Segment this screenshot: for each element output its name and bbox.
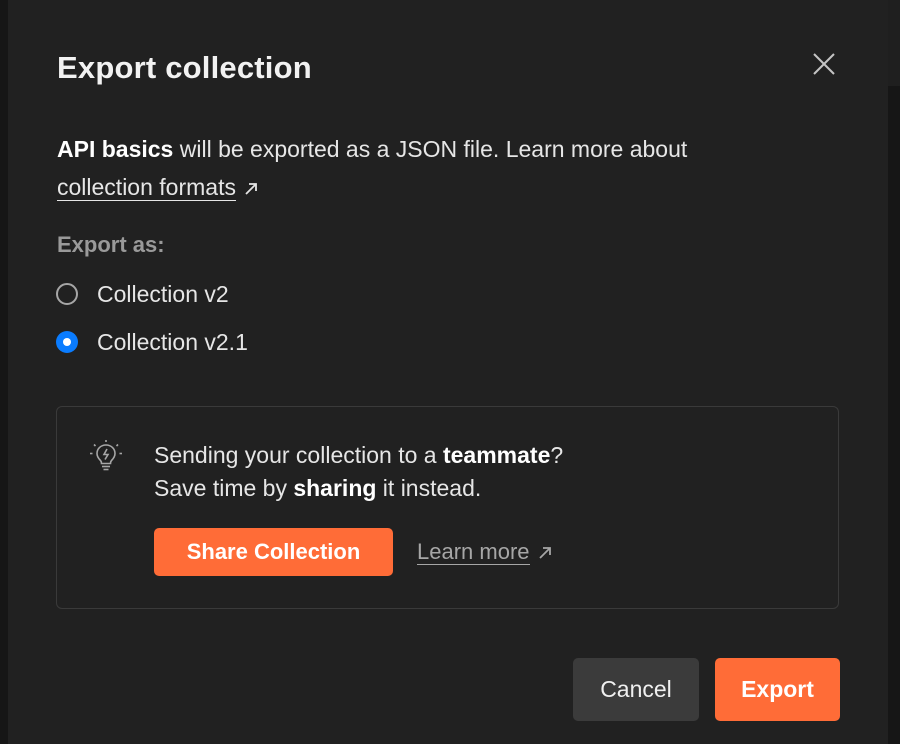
export-button[interactable]: Export <box>715 658 840 721</box>
radio-button-checked[interactable] <box>56 331 78 353</box>
learn-more-label: Learn more <box>417 539 530 565</box>
share-tip-box: Sending your collection to a teammate? S… <box>56 406 839 609</box>
tip-line2-text: Save time by <box>154 475 294 501</box>
radio-collection-v2-1[interactable]: Collection v2.1 <box>56 327 248 357</box>
tip-line1-bold: teammate <box>442 442 551 468</box>
cancel-button[interactable]: Cancel <box>573 658 699 721</box>
export-collection-dialog: Export collection API basics will be exp… <box>8 0 888 744</box>
description-text: will be exported as a JSON file. Learn m… <box>173 136 688 162</box>
export-as-label: Export as: <box>57 232 165 257</box>
tip-text: Sending your collection to a teammate? S… <box>154 439 563 505</box>
collection-name: API basics <box>57 136 174 162</box>
tip-line2-bold: sharing <box>293 475 377 501</box>
backdrop-strip <box>888 0 900 86</box>
tip-line1-text: Sending your collection to a <box>154 442 443 468</box>
radio-label: Collection v2.1 <box>97 328 248 355</box>
external-link-arrow-icon <box>538 540 552 566</box>
radio-label: Collection v2 <box>97 280 229 307</box>
lightbulb-icon <box>89 439 123 478</box>
close-icon <box>813 53 835 75</box>
export-description: API basics will be exported as a JSON fi… <box>57 130 817 207</box>
radio-collection-v2[interactable]: Collection v2 <box>56 279 229 309</box>
tip-line2-suffix: it instead. <box>376 475 482 501</box>
radio-button-unchecked[interactable] <box>56 283 78 305</box>
external-link-arrow-icon <box>244 169 258 207</box>
close-button[interactable] <box>810 50 838 78</box>
share-collection-button[interactable]: Share Collection <box>154 528 393 576</box>
collection-formats-link[interactable]: collection formats <box>57 174 236 201</box>
learn-more-link[interactable]: Learn more <box>417 539 552 566</box>
dialog-title: Export collection <box>57 50 312 85</box>
tip-line1-suffix: ? <box>550 442 564 468</box>
